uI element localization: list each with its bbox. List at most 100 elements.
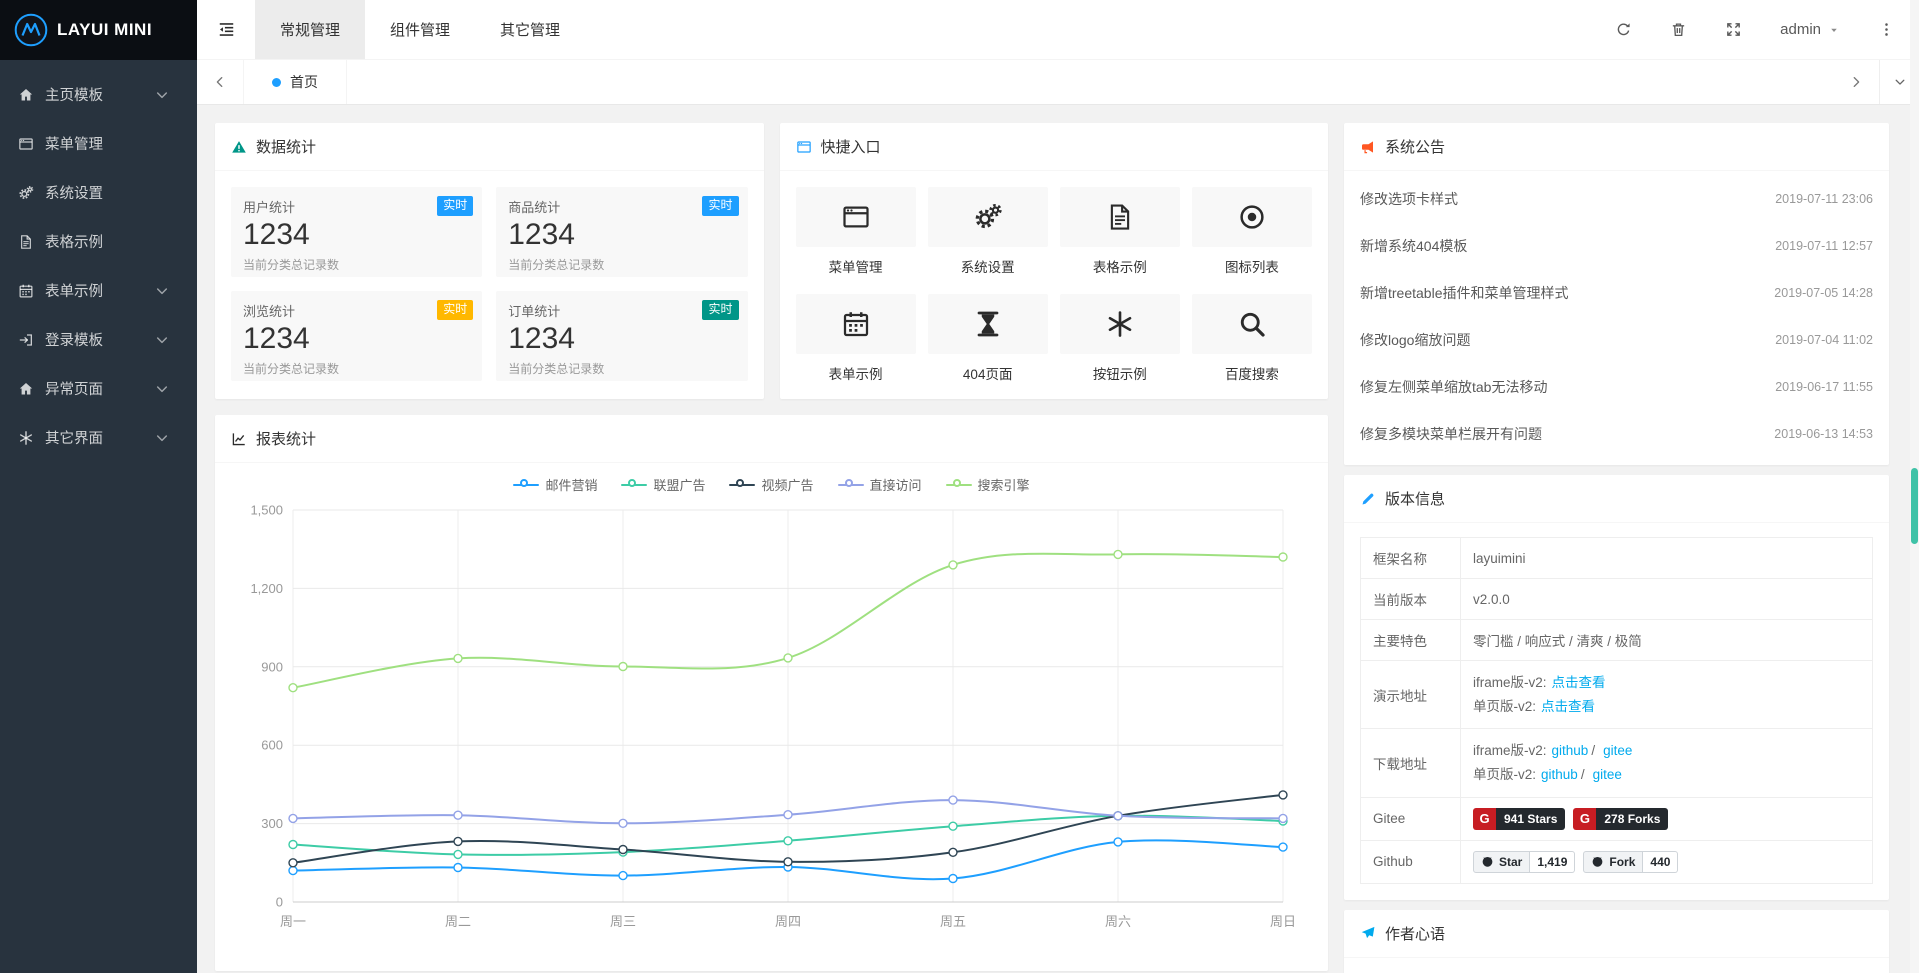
more-menu-button[interactable]	[1878, 21, 1895, 38]
github-fork-badge[interactable]: Fork 440	[1583, 851, 1678, 873]
gitee-forks-badge[interactable]: G 278 Forks	[1573, 808, 1668, 830]
author-paragraph: 本模板基于layui2.5.4以及font-awesome-4.7.0进行实现。…	[1360, 970, 1873, 973]
sidebar-item-menu-management[interactable]: 菜单管理	[0, 119, 197, 168]
quick-entry-form[interactable]: 表单示例	[796, 294, 916, 383]
announcement-date: 2019-07-05 14:28	[1774, 286, 1873, 300]
chevron-down-icon	[154, 87, 170, 103]
table-row: 下载地址 iframe版-v2:github/gitee 单页版-v2:gith…	[1361, 729, 1873, 797]
card-title: 版本信息	[1385, 488, 1445, 509]
announcement-text: 新增treetable插件和菜单管理样式	[1360, 283, 1568, 303]
stat-value: 1234	[508, 322, 735, 357]
quick-entry-404[interactable]: 404页面	[928, 294, 1048, 383]
status-badge: 实时	[702, 300, 738, 320]
stat-desc: 当前分类总记录数	[508, 360, 735, 377]
active-tab-dot-icon	[272, 78, 281, 87]
refresh-button[interactable]	[1615, 21, 1632, 38]
announcement-item[interactable]: 修复多模块菜单栏展开有问题 2019-06-13 14:53	[1360, 410, 1873, 457]
stat-title: 订单统计	[508, 301, 735, 320]
stat-box-views[interactable]: 浏览统计 1234 当前分类总记录数 实时	[231, 291, 482, 381]
announcement-date: 2019-07-11 23:06	[1775, 192, 1873, 206]
quick-entry-settings[interactable]: 系统设置	[928, 187, 1048, 276]
trash-icon	[1670, 21, 1687, 38]
fullscreen-button[interactable]	[1725, 21, 1742, 38]
sidebar-item-other-ui[interactable]: 其它界面	[0, 413, 197, 462]
svg-text:周六: 周六	[1105, 914, 1131, 929]
download-gitee-link[interactable]: gitee	[1593, 767, 1622, 782]
stat-box-products[interactable]: 商品统计 1234 当前分类总记录数 实时	[496, 187, 747, 277]
table-row: 框架名称 layuimini	[1361, 538, 1873, 579]
asterisk-icon	[18, 430, 34, 446]
svg-text:1,500: 1,500	[250, 503, 283, 518]
github-icon	[1481, 855, 1494, 868]
announcement-item[interactable]: 修改选项卡样式 2019-07-11 23:06	[1360, 175, 1873, 222]
stat-desc: 当前分类总记录数	[508, 256, 735, 273]
legend-item[interactable]: 搜索引擎	[946, 475, 1030, 494]
announcement-item[interactable]: 修改logo缩放问题 2019-07-04 11:02	[1360, 316, 1873, 363]
sidebar-toggle-button[interactable]	[197, 0, 255, 59]
scrollbar[interactable]	[1910, 0, 1919, 973]
legend-item[interactable]: 直接访问	[838, 475, 922, 494]
legend-item[interactable]: 邮件营销	[513, 475, 597, 494]
quick-entry-table[interactable]: 表格示例	[1060, 187, 1180, 276]
legend-label: 视频广告	[761, 475, 813, 494]
download-github-link[interactable]: github	[1552, 743, 1589, 758]
top-tab-other[interactable]: 其它管理	[475, 0, 585, 59]
cogs-icon	[973, 202, 1003, 232]
legend-item[interactable]: 联盟广告	[621, 475, 705, 494]
stat-box-users[interactable]: 用户统计 1234 当前分类总记录数 实时	[231, 187, 482, 277]
calendar-icon	[18, 283, 34, 299]
sidebar-item-system-settings[interactable]: 系统设置	[0, 168, 197, 217]
sidebar-item-login-template[interactable]: 登录模板	[0, 315, 197, 364]
status-badge: 实时	[437, 196, 473, 216]
scrollbar-thumb[interactable]	[1911, 468, 1918, 544]
announcement-item[interactable]: 新增系统404模板 2019-07-11 12:57	[1360, 222, 1873, 269]
stat-value: 1234	[508, 218, 735, 253]
sidebar-item-home-template[interactable]: 主页模板	[0, 70, 197, 119]
top-tab-components[interactable]: 组件管理	[365, 0, 475, 59]
github-star-badge[interactable]: Star 1,419	[1473, 851, 1575, 873]
announcement-text: 修复左侧菜单缩放tab无法移动	[1360, 377, 1547, 397]
top-tab-label: 其它管理	[500, 19, 560, 40]
tab-home[interactable]: 首页	[243, 60, 347, 104]
quick-tile	[796, 187, 916, 247]
quick-entry-icon-list[interactable]: 图标列表	[1192, 187, 1312, 276]
version-card-header: 版本信息	[1344, 475, 1889, 523]
download-gitee-link[interactable]: gitee	[1603, 743, 1632, 758]
menu-fold-icon	[217, 20, 236, 39]
svg-text:300: 300	[261, 816, 283, 831]
quick-entry-buttons[interactable]: 按钮示例	[1060, 294, 1180, 383]
sidebar-item-form-example[interactable]: 表单示例	[0, 266, 197, 315]
stat-box-orders[interactable]: 订单统计 1234 当前分类总记录数 实时	[496, 291, 747, 381]
demo-iframe-link[interactable]: 点击查看	[1552, 675, 1606, 690]
quick-tile	[1192, 187, 1312, 247]
github-fork-count: 440	[1643, 851, 1678, 873]
sidebar-item-table-example[interactable]: 表格示例	[0, 217, 197, 266]
download-github-link[interactable]: github	[1541, 767, 1578, 782]
announcement-date: 2019-07-04 11:02	[1775, 333, 1873, 347]
demo-spa-link[interactable]: 点击查看	[1541, 699, 1595, 714]
github-star-label: Star	[1499, 855, 1522, 869]
gitee-stars-badge[interactable]: G 941 Stars	[1473, 808, 1565, 830]
announcement-item[interactable]: 修复左侧菜单缩放tab无法移动 2019-06-17 11:55	[1360, 363, 1873, 410]
clear-cache-button[interactable]	[1670, 21, 1687, 38]
announcements-list: 修改选项卡样式 2019-07-11 23:06 新增系统404模板 2019-…	[1344, 171, 1889, 465]
legend-item[interactable]: 视频广告	[729, 475, 813, 494]
user-menu[interactable]: admin	[1780, 21, 1840, 38]
quick-label: 表格示例	[1060, 256, 1180, 276]
app-logo[interactable]: LAYUI MINI	[0, 0, 197, 60]
sidebar-item-error-pages[interactable]: 异常页面	[0, 364, 197, 413]
quick-entry-menu[interactable]: 菜单管理	[796, 187, 916, 276]
page-tabstrip: 首页	[197, 60, 1919, 105]
version-row-label: Github	[1361, 840, 1461, 883]
top-tab-general[interactable]: 常规管理	[255, 0, 365, 59]
announcement-item[interactable]: 新增treetable插件和菜单管理样式 2019-07-05 14:28	[1360, 269, 1873, 316]
table-row: Gitee G 941 Stars G 278 Forks	[1361, 797, 1873, 840]
svg-text:600: 600	[261, 738, 283, 753]
quick-entry-baidu-search[interactable]: 百度搜索	[1192, 294, 1312, 383]
tabs-scroll-left-button[interactable]	[197, 60, 243, 104]
calendar-icon	[841, 309, 871, 339]
tabs-scroll-right-button[interactable]	[1833, 60, 1879, 104]
chevron-down-icon	[154, 381, 170, 397]
sidebar-item-label: 系统设置	[45, 182, 103, 203]
pencil-icon	[1360, 491, 1376, 507]
